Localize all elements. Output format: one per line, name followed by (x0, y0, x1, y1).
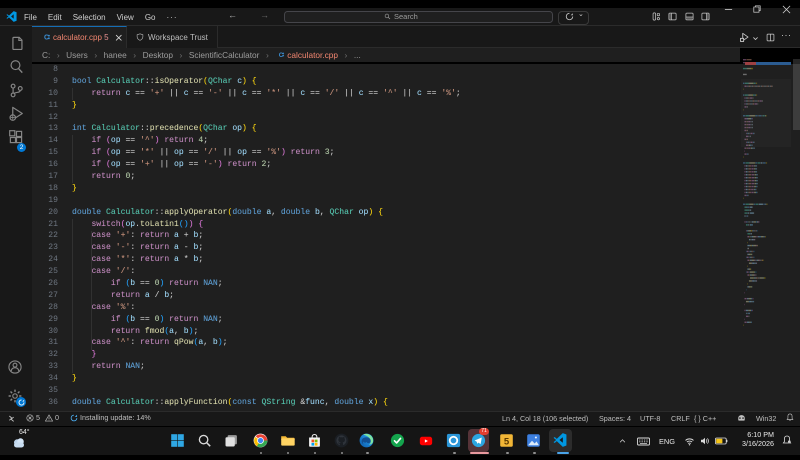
svg-text:5: 5 (504, 436, 510, 447)
